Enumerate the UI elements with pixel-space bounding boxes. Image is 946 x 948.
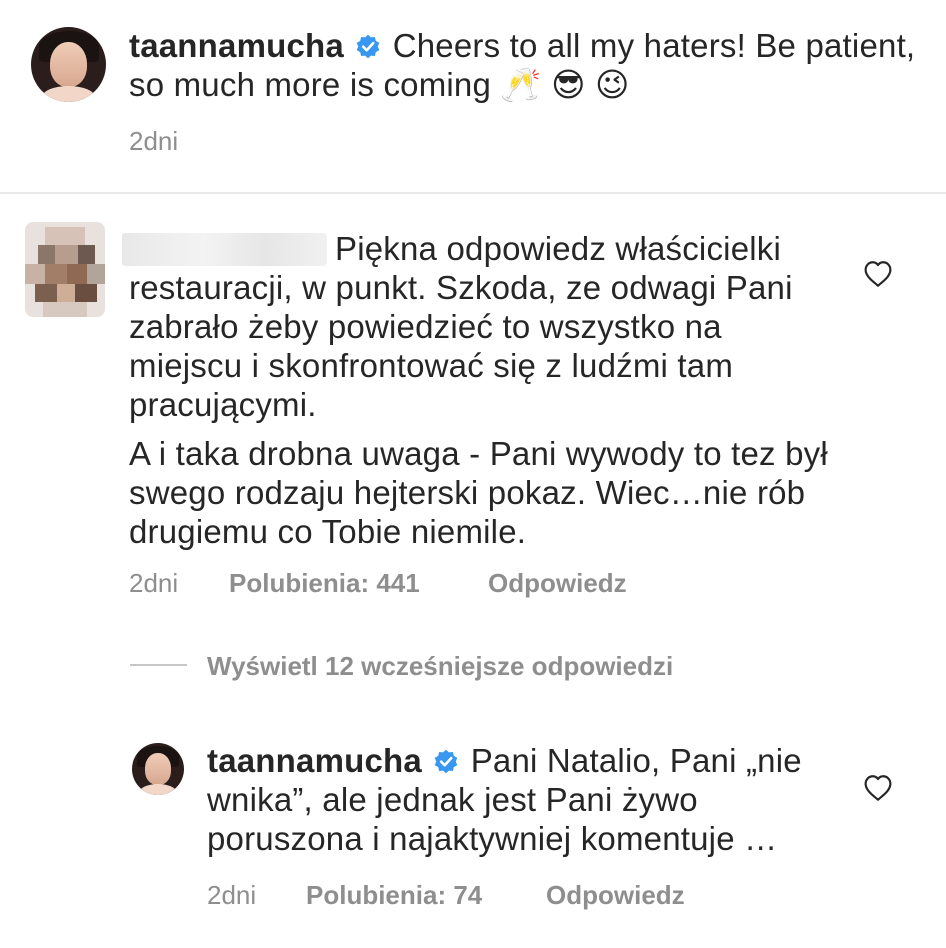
avatar-shoulder xyxy=(139,783,177,795)
view-replies-button[interactable]: Wyświetl 12 wcześniejsze odpowiedzi xyxy=(207,651,673,682)
comment-body: Piękna odpowiedz właścicielki restauracj… xyxy=(129,229,829,551)
comment-reply-label: Odpowiedz xyxy=(488,568,627,598)
comment-paragraph-1: Piękna odpowiedz właścicielki restauracj… xyxy=(129,230,793,423)
comment-likes: Polubienia: 441 xyxy=(229,568,420,598)
reply-reply-label: Odpowiedz xyxy=(546,880,685,910)
reply-reply-button[interactable]: Odpowiedz xyxy=(546,880,685,911)
avatar-pixel xyxy=(87,264,105,284)
view-replies-line xyxy=(130,664,187,666)
avatar-pixel xyxy=(55,245,78,264)
comment-paragraph-2: A i taka drobna uwaga - Pani wywody to t… xyxy=(129,435,828,550)
avatar-pixel xyxy=(57,284,75,302)
caption-avatar[interactable] xyxy=(31,27,106,102)
caption-username[interactable]: taannamucha xyxy=(129,27,344,64)
caption-emojis: 🥂 😎 😉 xyxy=(500,66,630,103)
avatar-pixel xyxy=(45,264,67,284)
avatar-pixel xyxy=(25,264,45,284)
commenter-avatar[interactable] xyxy=(25,222,105,317)
avatar-face xyxy=(145,753,171,785)
reply-like-heart-icon[interactable] xyxy=(862,773,894,803)
avatar-pixel xyxy=(45,227,85,245)
avatar-pixel xyxy=(78,245,95,264)
avatar-shoulder xyxy=(42,85,95,102)
avatar-pixel xyxy=(67,264,87,284)
comment-time[interactable]: 2dni xyxy=(129,568,178,599)
avatar-pixel xyxy=(43,302,87,317)
reply-body: taannamucha Pani Natalio, Pani „nie wnik… xyxy=(207,741,827,858)
reply-likes-link[interactable]: Polubienia: 74 xyxy=(306,880,482,911)
reply-avatar[interactable] xyxy=(132,743,184,795)
verified-badge-icon xyxy=(435,749,458,774)
reply-username[interactable]: taannamucha xyxy=(207,742,422,779)
reply-likes: Polubienia: 74 xyxy=(306,880,483,910)
comment-reply-button[interactable]: Odpowiedz xyxy=(488,568,627,599)
caption-time[interactable]: 2dni xyxy=(129,126,178,157)
avatar-face xyxy=(49,42,88,87)
comment-like-heart-icon[interactable] xyxy=(862,259,894,289)
divider xyxy=(0,192,946,194)
caption: taannamucha Cheers to all my haters! Be … xyxy=(129,26,919,104)
avatar-pixel xyxy=(75,284,97,302)
comment-likes-link[interactable]: Polubienia: 441 xyxy=(229,568,420,599)
avatar-pixel xyxy=(35,284,57,302)
verified-badge-icon xyxy=(357,34,380,59)
reply-time[interactable]: 2dni xyxy=(207,880,256,911)
avatar-pixel xyxy=(38,245,55,264)
